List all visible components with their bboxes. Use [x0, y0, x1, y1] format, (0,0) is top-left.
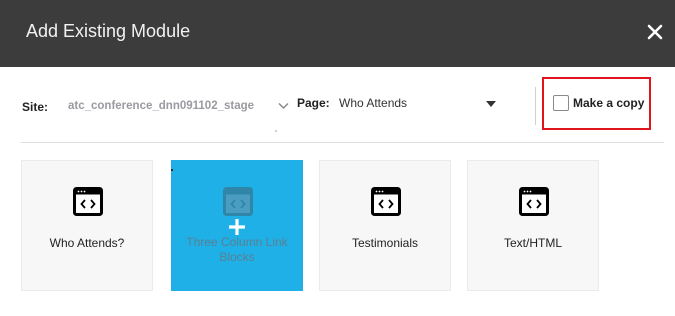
dialog-header: Add Existing Module [0, 0, 675, 67]
toolbar-divider [21, 142, 664, 143]
module-tile-label: Who Attends? [49, 236, 125, 250]
module-tile-who-attends[interactable]: Who Attends? [21, 160, 153, 291]
code-window-icon [371, 187, 401, 216]
module-tile-label: Testimonials [351, 236, 419, 250]
dropdown-dot [275, 130, 277, 132]
toolbar-separator [535, 87, 536, 125]
page-value: Who Attends [339, 96, 408, 110]
dialog-title: Add Existing Module [26, 21, 191, 41]
module-tile-text-html[interactable]: Text/HTML [467, 160, 599, 291]
module-tile-testimonials[interactable]: Testimonials [319, 160, 451, 291]
code-window-icon [223, 187, 253, 216]
caret-down-icon [486, 101, 496, 107]
code-window-icon [73, 187, 103, 216]
close-icon [647, 24, 663, 40]
chevron-down-icon [278, 102, 289, 110]
corner-mark [171, 169, 173, 171]
make-copy-checkbox[interactable] [553, 95, 569, 111]
page-dropdown[interactable]: Who Attends [335, 91, 501, 117]
module-tile-label: Text/HTML [503, 236, 562, 250]
site-value: atc_conference_dnn091102_stage [68, 100, 255, 112]
code-window-icon [519, 187, 549, 216]
module-toolbar: Site: atc_conference_dnn091102_stage Pag… [0, 67, 675, 143]
module-tile-label: Three Column Link Blocks [186, 235, 288, 264]
module-tile-three-column-link-blocks[interactable]: Three Column Link Blocks [171, 160, 303, 291]
site-label: Site: [22, 100, 49, 114]
page-label: Page: [297, 96, 330, 110]
make-copy-label[interactable]: Make a copy [573, 96, 644, 110]
plus-icon [229, 219, 245, 235]
site-dropdown[interactable]: atc_conference_dnn091102_stage [67, 92, 291, 132]
close-button[interactable] [643, 20, 667, 44]
